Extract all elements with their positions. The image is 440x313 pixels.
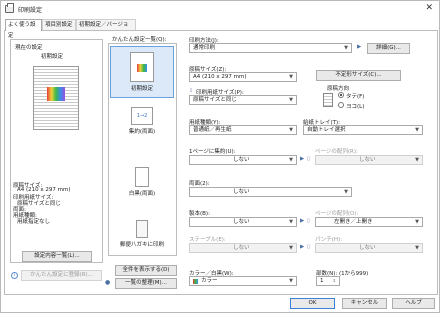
- preset-nup-duplex[interactable]: 1→2 集約(両面): [110, 107, 174, 153]
- page-thumbnail: [130, 52, 154, 82]
- preset-label: 初期設定: [130, 86, 153, 92]
- page-layout-icon: ▯: [307, 218, 310, 224]
- current-settings-heading: 現在の設定: [15, 45, 43, 51]
- tab-panel: 現在の設定 初期設定 原稿サイズ: A4 (210 x 297 mm) 印刷用紙…: [4, 30, 438, 295]
- booklet-select[interactable]: しない ▼: [189, 217, 297, 227]
- punch-select[interactable]: しない ▼: [315, 243, 423, 253]
- info-line: 用紙指定なし: [17, 219, 51, 225]
- booklet-label: 製本(B):: [189, 211, 210, 217]
- custom-size-button[interactable]: 不定形サイズ(C)...: [316, 70, 401, 81]
- page-layout-select[interactable]: 左開き／上開き ▼: [315, 217, 423, 227]
- nup-label: 1ページに集約(U):: [189, 149, 236, 155]
- landscape-label: ヨコ(L): [346, 104, 365, 110]
- orientation-label: 原稿方向: [327, 86, 350, 92]
- preset-label: 郵便八ガキに印刷: [119, 242, 164, 248]
- nup-icon: 1→2: [131, 107, 153, 125]
- page-thumbnail: [135, 167, 149, 187]
- duplex-label: 両面(2):: [189, 181, 210, 187]
- portrait-radio[interactable]: [338, 92, 344, 98]
- current-preset-name: 初期設定: [41, 54, 64, 60]
- original-size-select[interactable]: A4 (210 x 297 mm) ▼: [189, 72, 297, 82]
- preset-list[interactable]: 初期設定 1→2 集約(両面) 白黒(両面) 郵便八ガキに印刷: [108, 43, 177, 256]
- paper-size-select[interactable]: 原稿サイズと同じ ▼: [189, 95, 297, 105]
- color-icon: [193, 279, 198, 284]
- user-icon: ●: [105, 279, 111, 286]
- staple-select[interactable]: しない ▼: [189, 243, 297, 253]
- title-bar: 印刷設定 ✕: [1, 1, 439, 17]
- register-preset-button[interactable]: かんたん設定に登録(R)...: [21, 270, 102, 281]
- show-all-button[interactable]: 全件を表示する(D): [115, 265, 177, 276]
- settings-list-button[interactable]: 設定内容一覧(L)...: [22, 251, 92, 262]
- tab-frequent[interactable]: よく使う設定: [5, 19, 42, 39]
- color-image-icon: [47, 87, 65, 101]
- preset-label: 集約(両面): [128, 129, 156, 135]
- page-order-label: ページの配列(R):: [315, 149, 358, 155]
- detail-button[interactable]: 詳細(G)...: [367, 43, 410, 54]
- preset-postcard[interactable]: 郵便八ガキに印刷: [110, 220, 174, 260]
- close-icon[interactable]: ✕: [425, 3, 433, 13]
- preset-list-heading: かんたん設定一覧(Q):: [112, 37, 167, 43]
- portrait-page-icon: [323, 93, 333, 107]
- page-order-icon: ▯: [307, 156, 310, 162]
- duplex-select[interactable]: しない ▼: [189, 187, 352, 197]
- staple-label: ステープル(E):: [189, 237, 226, 243]
- punch-icon: ▯: [307, 244, 310, 250]
- color-select[interactable]: カラー ▼: [189, 276, 297, 286]
- page-preview: [33, 66, 79, 130]
- arrow-right-icon: ▶: [300, 156, 305, 162]
- info-icon: i: [11, 272, 18, 279]
- landscape-radio[interactable]: [338, 102, 344, 108]
- page-layout-label: ページの配列(O):: [315, 211, 359, 217]
- postcard-icon: [136, 220, 148, 238]
- window-title: 印刷設定: [18, 7, 43, 14]
- paper-type-select[interactable]: 普通紙／再生紙 ▼: [189, 125, 297, 135]
- printer-icon: [5, 3, 14, 13]
- job-type-select[interactable]: 通常印刷 ▼: [189, 43, 352, 53]
- current-settings-box: 現在の設定 初期設定 原稿サイズ: A4 (210 x 297 mm) 印刷用紙…: [10, 39, 103, 263]
- down-arrow-icon: ⇩: [189, 88, 194, 94]
- cancel-button[interactable]: キャンセル: [342, 298, 387, 309]
- preset-default[interactable]: 初期設定: [110, 46, 174, 98]
- page-order-select[interactable]: しない ▼: [315, 155, 423, 165]
- preset-label: 白黒(両面): [128, 191, 156, 197]
- help-button[interactable]: ヘルプ: [392, 298, 435, 309]
- arrow-right-icon: ▶: [300, 218, 305, 224]
- ok-button[interactable]: OK: [290, 298, 335, 309]
- arrow-right-icon: ▶: [300, 244, 305, 250]
- print-settings-window: 印刷設定 ✕ よく使う設定 項目別設定 初期設定／バージョン 現在の設定 初期設…: [0, 0, 440, 313]
- tray-select[interactable]: 自動トレイ選択 ▼: [303, 125, 423, 135]
- copies-input[interactable]: 1 ⇕: [316, 276, 340, 286]
- portrait-label: タテ(F): [346, 94, 365, 100]
- nup-select[interactable]: しない ▼: [189, 155, 297, 165]
- manage-list-button[interactable]: 一覧の整理(M)...: [115, 278, 177, 289]
- preset-mono-duplex[interactable]: 白黒(両面): [110, 167, 174, 211]
- arrow-right-icon: ▶: [357, 44, 362, 50]
- punch-label: パンチ(H):: [315, 237, 343, 243]
